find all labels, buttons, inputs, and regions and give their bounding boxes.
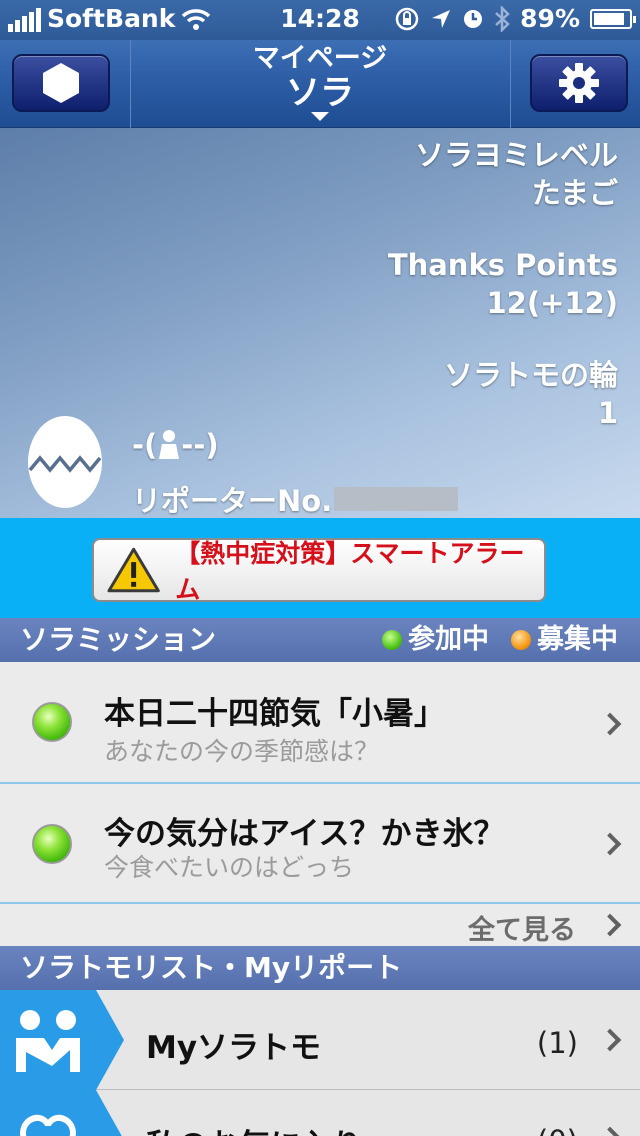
smart-alarm-button[interactable]: 【熱中症対策】スマートアラーム: [92, 538, 546, 604]
list-item-label: 私のお気に入り: [146, 1120, 363, 1136]
level-value: たまご: [531, 176, 618, 210]
mission-title: 本日二十四節気「小暑」: [104, 696, 445, 732]
level-label: ソラヨミレベル: [414, 138, 618, 172]
person-icon: [159, 430, 180, 459]
mission-subtitle: あなたの今の季節感は？: [104, 737, 380, 766]
missions-title: ソラミッション: [20, 623, 217, 656]
status-right: 89%: [394, 4, 636, 33]
active-dot-icon: [382, 630, 402, 650]
reporter-number: リポーターNo.: [132, 478, 459, 520]
legend-active: 参加中: [408, 624, 489, 655]
rotation-lock-icon: [395, 7, 419, 30]
avatar[interactable]: [26, 410, 104, 510]
gear-icon: [559, 63, 599, 103]
mission-legend: 参加中 募集中: [382, 618, 618, 662]
redacted-number: [334, 487, 459, 511]
list-item-count: (0): [537, 1124, 578, 1136]
mission-subtitle: 今食べたいのはどっち: [104, 853, 355, 882]
status-bar: SoftBank 14:28 89%: [0, 0, 640, 40]
profile-panel: ソラヨミレベル たまご Thanks Points 12(+12) ソラトモの輪…: [0, 128, 640, 518]
alarm-banner: 【熱中症対策】スマートアラーム: [0, 518, 640, 618]
recruiting-dot-icon: [511, 630, 531, 650]
see-all-row[interactable]: 全て見る: [0, 904, 640, 946]
ring-value: 1: [597, 396, 618, 430]
lists-header: ソラトモリスト・Myリポート: [0, 946, 640, 990]
warning-icon: [107, 547, 160, 593]
dropdown-caret-icon[interactable]: [311, 112, 329, 121]
profile-stats: ソラヨミレベル たまご Thanks Points 12(+12) ソラトモの輪…: [388, 136, 618, 432]
mission-title: 今の気分はアイス？かき氷？: [104, 816, 505, 852]
missions-header: ソラミッション 参加中 募集中: [0, 618, 640, 662]
battery-percent: 89%: [520, 4, 580, 33]
list-item-label: Myソラトモ: [146, 1030, 322, 1066]
chevron-right-icon: [598, 913, 622, 937]
legend-recruiting: 募集中: [537, 624, 618, 655]
mission-item[interactable]: 本日二十四節気「小暑」 あなたの今の季節感は？: [0, 662, 640, 784]
friends-icon: [0, 990, 124, 1090]
chevron-right-icon: [598, 832, 622, 856]
chevron-right-icon: [598, 712, 622, 736]
reporter-label: リポーターNo.: [132, 484, 333, 518]
chevron-right-icon: [598, 1126, 622, 1136]
alarm-clock-icon: [464, 9, 483, 28]
see-all-link[interactable]: 全て見る: [468, 908, 576, 947]
battery-icon: [590, 8, 636, 29]
bluetooth-icon: [495, 5, 510, 32]
heart-icon: [0, 1090, 122, 1136]
user-name-suffix: --): [181, 428, 219, 462]
user-name: -( --): [132, 428, 219, 462]
active-status-icon: [32, 824, 72, 864]
list-item-count: (1): [536, 1026, 578, 1060]
points-value: 12(+12): [486, 286, 618, 320]
points-label: Thanks Points: [387, 248, 618, 282]
smart-alarm-label: 【熱中症対策】スマートアラーム: [175, 539, 525, 604]
egg-icon: [28, 416, 102, 508]
location-icon: [432, 9, 451, 28]
list-item-favorites[interactable]: 私のお気に入り (0): [0, 1090, 640, 1136]
user-name-prefix: -(: [132, 428, 158, 462]
battery-fill: [594, 12, 625, 25]
mission-item[interactable]: 今の気分はアイス？かき氷？ 今食べたいのはどっち: [0, 784, 640, 904]
lists-title: ソラトモリスト・Myリポート: [20, 951, 403, 984]
settings-button[interactable]: [530, 54, 628, 112]
list-item-my-soratomo[interactable]: Myソラトモ (1): [0, 990, 640, 1090]
chevron-right-icon: [598, 1028, 622, 1052]
ring-label: ソラトモの輪: [443, 358, 618, 392]
active-status-icon: [32, 702, 72, 742]
